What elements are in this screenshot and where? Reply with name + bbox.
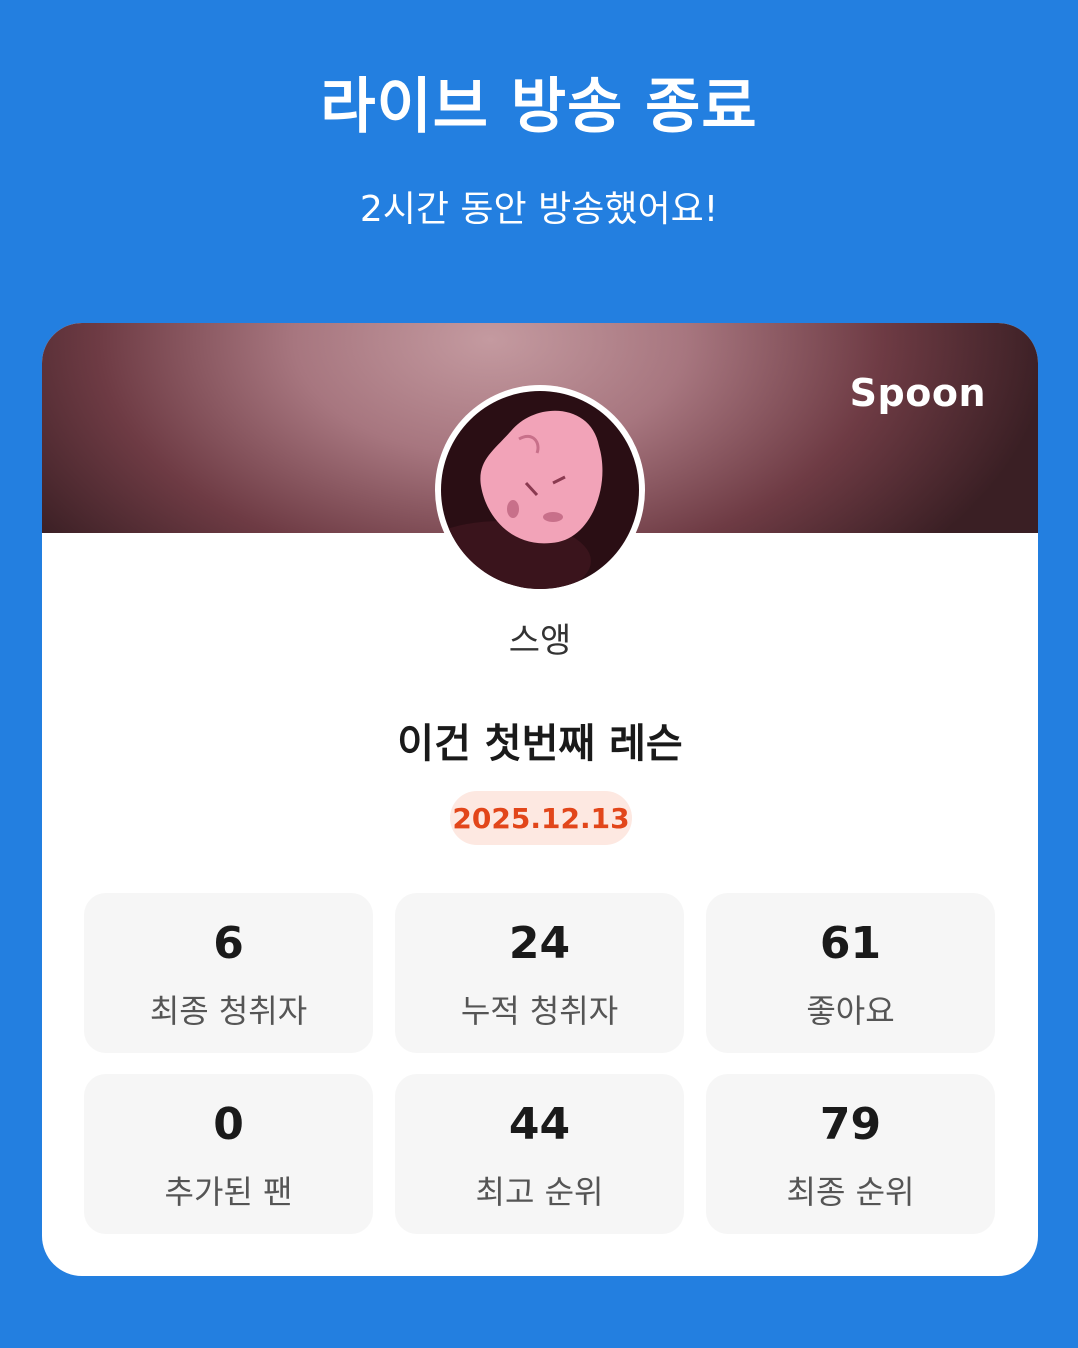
streamer-nickname: 스앵 (508, 621, 572, 661)
stat-value: 24 (508, 918, 571, 969)
stats-grid: 6 최종 청취자 24 누적 청취자 61 좋아요 0 추가된 팬 44 최고 … (84, 893, 996, 1234)
stat-label: 최고 순위 (475, 1173, 604, 1211)
stat-final-listeners: 6 최종 청취자 (84, 893, 373, 1053)
stat-value: 0 (213, 1099, 244, 1150)
stat-value: 61 (819, 918, 882, 969)
live-title: 이건 첫번째 레슨 (397, 721, 683, 767)
broadcast-summary-card: Spoon 스앵 이건 첫번째 레슨 2025.12.13 6 최종 청취자 2… (42, 323, 1038, 1276)
stat-label: 좋아요 (806, 992, 895, 1030)
page-title: 라이브 방송 종료 (320, 72, 758, 142)
stat-best-rank: 44 최고 순위 (395, 1074, 684, 1234)
stat-label: 추가된 팬 (164, 1173, 293, 1211)
stat-value: 44 (508, 1099, 571, 1150)
stat-label: 누적 청취자 (460, 992, 619, 1030)
stat-total-listeners: 24 누적 청취자 (395, 893, 684, 1053)
avatar-image (441, 391, 639, 589)
stat-likes: 61 좋아요 (706, 893, 995, 1053)
stat-value: 79 (819, 1099, 882, 1150)
avatar[interactable] (435, 385, 645, 595)
stat-new-fans: 0 추가된 팬 (84, 1074, 373, 1234)
stat-label: 최종 청취자 (149, 992, 308, 1030)
spoon-logo: Spoon (849, 371, 986, 415)
stat-value: 6 (213, 918, 244, 969)
stat-label: 최종 순위 (786, 1173, 915, 1211)
stat-final-rank: 79 최종 순위 (706, 1074, 995, 1234)
broadcast-date-badge: 2025.12.13 (450, 791, 632, 845)
broadcast-duration-text: 2시간 동안 방송했어요! (359, 189, 719, 230)
